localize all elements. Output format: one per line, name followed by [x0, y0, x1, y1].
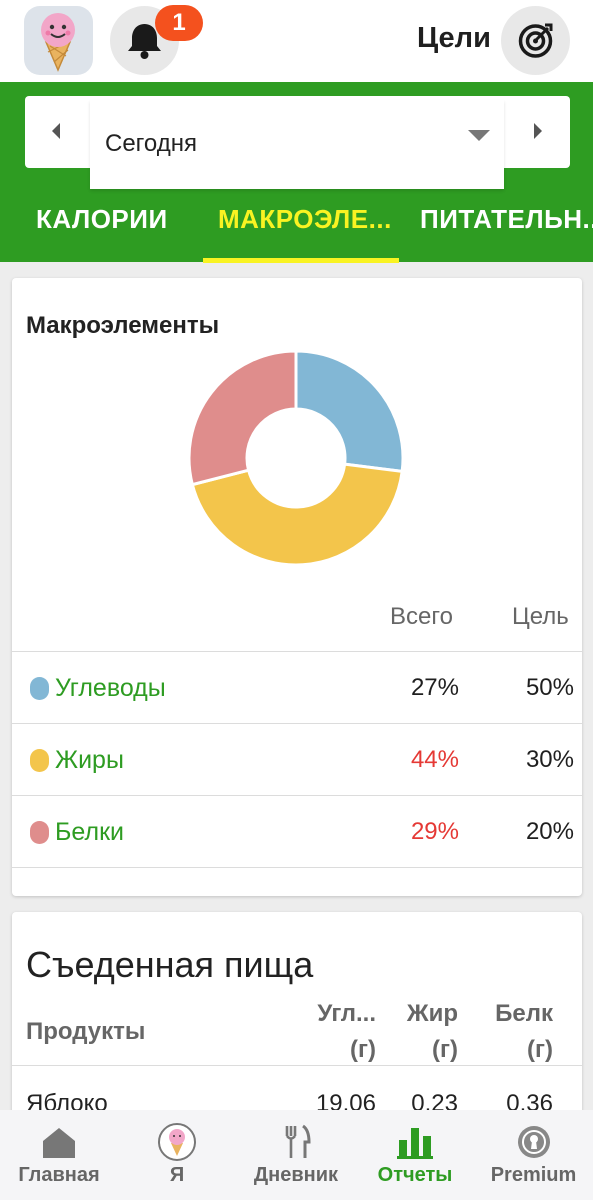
chevron-left-icon — [52, 123, 60, 139]
row-divider — [12, 867, 582, 868]
previous-day-button[interactable] — [25, 96, 90, 168]
column-goal-header: Цель — [512, 603, 569, 630]
tab-calories[interactable]: КАЛОРИИ — [36, 204, 168, 262]
protein-header-unit: (г) — [527, 1036, 553, 1063]
macro-row-protein[interactable]: Белки 29% 20% — [12, 795, 582, 867]
fat-header-unit: (г) — [432, 1036, 458, 1063]
home-icon — [43, 1128, 75, 1158]
protein-color-dot — [30, 821, 49, 844]
tab-macros[interactable]: МАКРОЭЛЕ... — [218, 204, 392, 262]
bottom-navigation: Главная Я Дневник Отчеты Premium — [0, 1110, 593, 1200]
nav-label: Я — [169, 1164, 185, 1186]
active-tab-indicator — [203, 258, 399, 263]
fork-knife-icon — [285, 1124, 311, 1158]
eaten-food-card: Съеденная пища Продукты Угл... (г) Жир (… — [12, 912, 582, 1142]
notification-count-badge: 1 — [155, 5, 203, 41]
protein-header-label: Белк — [495, 1000, 553, 1027]
macro-goal: 20% — [525, 818, 574, 845]
nav-home[interactable]: Главная — [0, 1110, 118, 1200]
goals-button[interactable] — [501, 6, 570, 75]
macro-label: Жиры — [55, 746, 124, 774]
top-bar: 1 Цели — [0, 0, 593, 82]
carbs-color-dot — [30, 677, 49, 700]
macros-card: Макроэлементы Всего Цель Углеводы 27% 50… — [12, 278, 582, 896]
date-dropdown-value: Сегодня — [105, 130, 197, 157]
eaten-food-title: Съеденная пища — [26, 944, 314, 985]
fat-column-header: Жир (г) — [407, 996, 458, 1068]
nav-premium[interactable]: Premium — [474, 1110, 593, 1200]
macros-title: Макроэлементы — [26, 312, 220, 339]
premium-badge-icon — [517, 1126, 550, 1158]
dropdown-arrow-icon — [468, 130, 490, 141]
bar-chart-icon — [397, 1128, 433, 1159]
donut-slice-1 — [294, 350, 404, 474]
donut-slice-2 — [190, 462, 404, 566]
fat-color-dot — [30, 749, 49, 772]
next-day-button[interactable] — [505, 96, 570, 168]
macros-donut-chart — [188, 350, 404, 566]
nav-label: Отчеты — [377, 1164, 453, 1186]
donut-slice-3 — [188, 350, 298, 487]
macro-total: 44% — [410, 746, 459, 773]
column-total-header: Всего — [390, 603, 453, 630]
goals-label[interactable]: Цели — [417, 22, 491, 55]
avatar-icon — [158, 1123, 196, 1161]
food-header-divider — [12, 1065, 582, 1066]
macro-label: Углеводы — [55, 674, 166, 702]
nav-label: Premium — [490, 1164, 577, 1186]
macro-total: 27% — [410, 674, 459, 701]
macro-label: Белки — [55, 818, 124, 846]
nav-reports[interactable]: Отчеты — [356, 1110, 474, 1200]
chevron-right-icon — [534, 123, 542, 139]
nav-me[interactable]: Я — [118, 1110, 236, 1200]
macro-row-carbs[interactable]: Углеводы 27% 50% — [12, 651, 582, 723]
carbs-column-header: Угл... (г) — [317, 996, 376, 1068]
macro-total: 29% — [410, 818, 459, 845]
fat-header-label: Жир — [406, 1000, 458, 1027]
macro-row-fat[interactable]: Жиры 44% 30% — [12, 723, 582, 795]
date-dropdown[interactable]: Сегодня — [90, 100, 504, 189]
ice-cream-logo-icon[interactable] — [24, 6, 93, 75]
carbs-header-unit: (г) — [350, 1036, 376, 1063]
nav-label: Главная — [18, 1164, 100, 1186]
nav-label: Дневник — [253, 1164, 339, 1186]
target-icon — [518, 23, 553, 58]
products-column-header: Продукты — [26, 1018, 146, 1045]
report-header: Сегодня КАЛОРИИ МАКРОЭЛЕ... ПИТАТЕЛЬН... — [0, 82, 593, 263]
macro-goal: 30% — [525, 746, 574, 773]
tab-nutrients[interactable]: ПИТАТЕЛЬН... — [420, 204, 593, 262]
nav-diary[interactable]: Дневник — [236, 1110, 356, 1200]
macro-goal: 50% — [525, 674, 574, 701]
protein-column-header: Белк (г) — [495, 996, 553, 1068]
carbs-header-label: Угл... — [317, 1000, 376, 1027]
